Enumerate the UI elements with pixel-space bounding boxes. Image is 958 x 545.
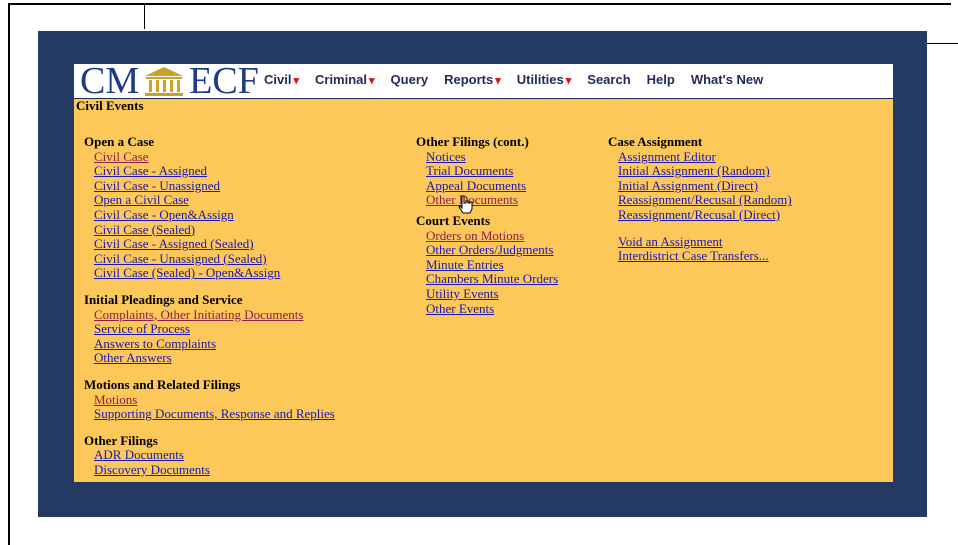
frame-line-divider <box>144 3 145 29</box>
caret-down-icon: ▾ <box>369 75 375 87</box>
main-menu: Civil ▾ Criminal ▾ Query Reports ▾ Utilitie… <box>264 72 763 87</box>
link-orders-on-motions[interactable]: Orders on Motions <box>426 228 558 244</box>
link-civil-case-sealed[interactable]: Civil Case (Sealed) <box>94 222 335 238</box>
menu-criminal-label: Criminal <box>315 72 368 87</box>
section-heading-other-filings: Other Filings <box>84 432 158 448</box>
menu-query-label: Query <box>390 72 429 87</box>
link-civil-case-assigned-sealed[interactable]: Civil Case - Assigned (Sealed) <box>94 237 335 252</box>
link-interdistrict-case-transfers[interactable]: Interdistrict Case Transfers... <box>618 249 792 264</box>
menu-whats-new[interactable]: What's New <box>691 72 763 87</box>
link-answers-to-complaints[interactable]: Answers to Complaints <box>94 336 335 352</box>
logo-text-left: CM <box>80 60 140 102</box>
link-appeal-documents[interactable]: Appeal Documents <box>426 178 558 194</box>
menu-utilities[interactable]: Utilities ▾ <box>517 72 572 87</box>
section-heading-initial-pleadings: Initial Pleadings and Service <box>84 291 243 307</box>
menu-search-label: Search <box>587 72 631 87</box>
menu-reports-label: Reports <box>444 72 494 87</box>
caret-down-icon: ▾ <box>293 75 299 87</box>
section-heading-case-assignment: Case Assignment <box>608 134 703 149</box>
section-heading-motions: Motions and Related Filings <box>84 376 241 392</box>
link-assignment-editor[interactable]: Assignment Editor <box>618 149 792 165</box>
link-minute-entries[interactable]: Minute Entries <box>426 257 558 273</box>
link-trial-documents[interactable]: Trial Documents <box>426 164 558 179</box>
link-supporting-documents[interactable]: Supporting Documents, Response and Repli… <box>94 406 335 422</box>
menu-civil-label: Civil <box>264 72 292 87</box>
column-left: Open a Case Civil Case Civil Case - Assi… <box>84 134 335 478</box>
cmecf-logo[interactable]: CM ECF <box>80 62 259 100</box>
menu-whats-new-label: What's New <box>690 72 764 87</box>
link-reassignment-recusal-random[interactable]: Reassignment/Recusal (Random) <box>618 193 792 208</box>
hand-pointer-icon <box>457 195 475 220</box>
link-notices[interactable]: Notices <box>426 149 558 165</box>
link-civil-case-unassigned[interactable]: Civil Case - Unassigned <box>94 178 335 194</box>
content-panel: Civil Events Open a Case Civil Case Civi… <box>74 98 893 482</box>
link-service-of-process[interactable]: Service of Process <box>94 322 335 337</box>
link-chambers-minute-orders[interactable]: Chambers Minute Orders <box>426 272 558 287</box>
section-heading-court-events: Court Events <box>416 212 491 228</box>
link-other-answers[interactable]: Other Answers <box>94 351 335 366</box>
menu-utilities-label: Utilities <box>516 72 564 87</box>
menu-reports[interactable]: Reports ▾ <box>444 72 501 87</box>
menu-criminal[interactable]: Criminal ▾ <box>315 72 375 87</box>
page-title: Civil Events <box>76 98 144 113</box>
link-void-an-assignment[interactable]: Void an Assignment <box>618 234 792 250</box>
link-other-documents[interactable]: Other Documents <box>426 193 558 208</box>
column-middle: Other Filings (cont.) Notices Trial Docu… <box>416 134 558 317</box>
link-reassignment-recusal-direct[interactable]: Reassignment/Recusal (Direct) <box>618 207 792 223</box>
link-discovery-documents[interactable]: Discovery Documents <box>94 462 335 478</box>
link-civil-case-assigned[interactable]: Civil Case - Assigned <box>94 164 335 179</box>
header-bar: CM ECF Civil ▾ Criminal ▾ Query Reports ▾ U… <box>74 62 893 100</box>
frame-line-left <box>8 3 10 545</box>
section-heading-other-filings-cont: Other Filings (cont.) <box>416 134 529 149</box>
link-other-events[interactable]: Other Events <box>426 301 558 317</box>
logo-text-right: ECF <box>189 60 259 102</box>
section-heading-open-case: Open a Case <box>84 134 155 149</box>
frame-line-top <box>8 3 951 5</box>
menu-help-label: Help <box>646 72 675 87</box>
link-civil-case-open-assign[interactable]: Civil Case - Open&Assign <box>94 207 335 223</box>
link-other-orders-judgments[interactable]: Other Orders/Judgments <box>426 243 558 258</box>
menu-search[interactable]: Search <box>587 72 630 87</box>
link-open-a-civil-case[interactable]: Open a Civil Case <box>94 193 335 208</box>
link-civil-case-unassigned-sealed[interactable]: Civil Case - Unassigned (Sealed) <box>94 251 335 267</box>
link-motions[interactable]: Motions <box>94 392 335 408</box>
link-utility-events[interactable]: Utility Events <box>426 286 558 302</box>
menu-help[interactable]: Help <box>647 72 675 87</box>
link-adr-documents[interactable]: ADR Documents <box>94 448 335 463</box>
caret-down-icon: ▾ <box>565 75 572 87</box>
link-initial-assignment-random[interactable]: Initial Assignment (Random) <box>618 164 792 179</box>
link-initial-assignment-direct[interactable]: Initial Assignment (Direct) <box>618 178 792 194</box>
column-right: Case Assignment Assignment Editor Initia… <box>608 134 792 264</box>
frame-line-right-stub <box>927 43 958 44</box>
courthouse-icon <box>141 65 187 97</box>
link-complaints[interactable]: Complaints, Other Initiating Documents <box>94 307 335 323</box>
menu-civil[interactable]: Civil ▾ <box>264 72 299 87</box>
caret-down-icon: ▾ <box>495 75 501 87</box>
link-civil-case-sealed-open-assign[interactable]: Civil Case (Sealed) - Open&Assign <box>94 266 335 281</box>
menu-query[interactable]: Query <box>391 72 429 87</box>
link-civil-case[interactable]: Civil Case <box>94 149 335 165</box>
